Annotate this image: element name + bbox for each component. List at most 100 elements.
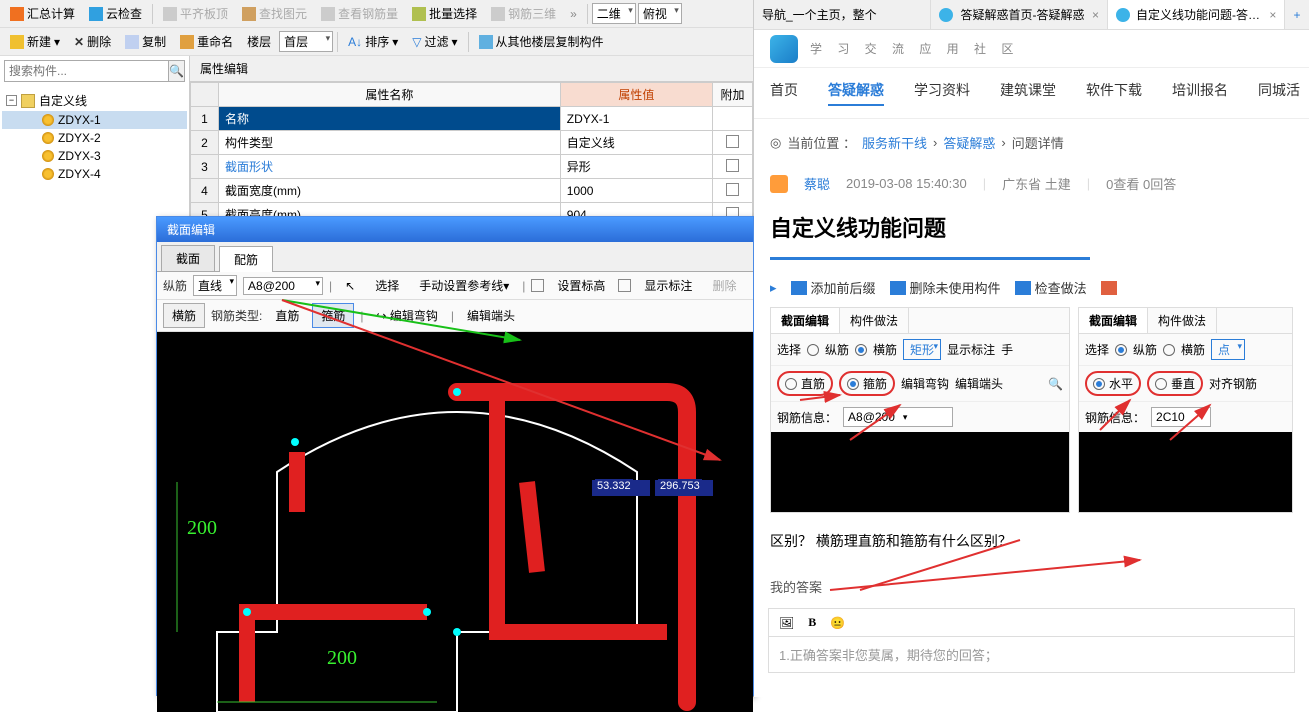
edit-end-button[interactable]: 编辑端头 <box>460 305 522 326</box>
sb-heng-radio[interactable] <box>1163 344 1175 356</box>
sb-tab2[interactable]: 构件做法 <box>1148 308 1217 333</box>
sa-info-input[interactable]: A8@200 <box>843 407 953 427</box>
tree-item-zdyx3[interactable]: ZDYX-3 <box>2 147 187 165</box>
checkbox[interactable] <box>726 183 739 196</box>
crumb-link-a[interactable]: 服务新干线 <box>862 133 927 152</box>
dim-200-h: 200 <box>327 647 357 670</box>
sb-hz-radio[interactable] <box>1093 378 1105 390</box>
rebar-3d-button[interactable]: 钢筋三维 <box>485 3 562 24</box>
post-author[interactable]: 蔡聪 <box>804 174 830 193</box>
browser-tab-2[interactable]: 答疑解惑首页-答疑解惑 × <box>931 0 1108 29</box>
looking-select[interactable]: 俯视 <box>638 3 682 24</box>
new-tab-button[interactable]: + <box>1285 8 1309 22</box>
search-icon[interactable]: 🔍 <box>168 61 184 81</box>
dim-200-v: 200 <box>187 517 217 540</box>
floor-select[interactable]: 首层 <box>279 31 333 52</box>
sb-shape-select[interactable]: 点 <box>1211 339 1245 360</box>
sa-tab1[interactable]: 截面编辑 <box>771 308 840 333</box>
more-button[interactable]: » <box>564 5 583 23</box>
sb-info-input[interactable]: 2C10 <box>1151 407 1211 427</box>
sa-tab2[interactable]: 构件做法 <box>840 308 909 333</box>
pointer-icon[interactable]: ↖ <box>338 277 362 295</box>
image-button[interactable]: 🖼 <box>779 616 794 630</box>
edit-hook-button[interactable]: ↪ 编辑弯钩 <box>370 305 445 326</box>
sa-zhi-radio[interactable] <box>785 378 797 390</box>
nav-course[interactable]: 建筑课堂 <box>1000 80 1056 106</box>
prefix-button[interactable]: 添加前后缀 <box>791 278 876 297</box>
tab-section[interactable]: 截面 <box>161 245 215 271</box>
copy-button[interactable]: 复制 <box>119 31 172 52</box>
sa-hook-button[interactable]: 编辑弯钩 <box>901 375 949 392</box>
close-icon[interactable]: × <box>1269 8 1276 22</box>
extra-icon[interactable] <box>1101 281 1117 295</box>
property-row[interactable]: 2 构件类型 自定义线 <box>191 131 753 155</box>
batch-select-button[interactable]: 批量选择 <box>406 3 483 24</box>
zhijin-button[interactable]: 直筋 <box>268 305 306 326</box>
check-rebar-button[interactable]: 查看钢筋量 <box>315 3 404 24</box>
sa-heng-radio[interactable] <box>855 344 867 356</box>
manual-ref-button[interactable]: 手动设置参考线▾ <box>412 275 516 296</box>
sa-hand-label: 手 <box>1001 341 1013 358</box>
new-button[interactable]: 新建▾ <box>4 31 66 52</box>
filter-button[interactable]: ▽过滤▾ <box>406 31 463 52</box>
nav-download[interactable]: 软件下载 <box>1086 80 1142 106</box>
check-method-button[interactable]: 检查做法 <box>1015 278 1087 297</box>
view-2d-select[interactable]: 二维 <box>592 3 636 24</box>
checkbox[interactable] <box>726 159 739 172</box>
line-type-select[interactable]: 直线 <box>193 275 237 296</box>
tree-item-zdyx2[interactable]: ZDYX-2 <box>2 129 187 147</box>
close-icon[interactable]: × <box>1092 8 1099 22</box>
nav-training[interactable]: 培训报名 <box>1172 80 1228 106</box>
browser-tab-3[interactable]: 自定义线功能问题-答疑解 × <box>1108 0 1285 29</box>
nav-home[interactable]: 首页 <box>770 80 798 106</box>
answer-editor[interactable]: 1.正确答案非您莫属，期待您的回答； <box>768 636 1295 673</box>
delete-button[interactable]: ✕删除 <box>68 31 117 52</box>
nav-study[interactable]: 学习资料 <box>914 80 970 106</box>
set-mark-button[interactable]: 设置标高 <box>550 275 612 296</box>
search-icon[interactable]: 🔍 <box>1048 377 1063 391</box>
browser-tab-1[interactable]: 导航_一个主页，整个 <box>754 0 931 29</box>
flat-top-button[interactable]: 平齐板顶 <box>157 3 234 24</box>
gujin-button[interactable]: 箍筋 <box>312 303 354 328</box>
dialog-title-bar[interactable]: 截面编辑 <box>157 217 753 242</box>
crumb-link-b[interactable]: 答疑解惑 <box>943 133 995 152</box>
sa-gu-radio[interactable] <box>847 378 859 390</box>
rename-button[interactable]: 重命名 <box>174 31 239 52</box>
delete-unused-button[interactable]: 删除未使用构件 <box>890 278 1001 297</box>
section-canvas[interactable]: 200 200 53.332 296.753 <box>157 332 753 712</box>
tree-item-zdyx1[interactable]: ZDYX-1 <box>2 111 187 129</box>
select-button[interactable]: 选择 <box>368 275 406 296</box>
property-row[interactable]: 1 名称 ZDYX-1 <box>191 107 753 131</box>
tree-item-zdyx4[interactable]: ZDYX-4 <box>2 165 187 183</box>
sort-button[interactable]: A↓排序▾ <box>342 31 404 52</box>
set-mark-check[interactable] <box>531 279 544 292</box>
search-input[interactable] <box>5 61 168 81</box>
property-row[interactable]: 3 截面形状 异形 <box>191 155 753 179</box>
sa-end-button[interactable]: 编辑端头 <box>955 375 1003 392</box>
tree-root[interactable]: − 自定义线 <box>2 90 187 111</box>
checkbox[interactable] <box>726 135 739 148</box>
cloud-check-button[interactable]: 云检查 <box>83 3 148 24</box>
copy-from-other-button[interactable]: 从其他楼层复制构件 <box>473 31 610 52</box>
delete-button[interactable]: 删除 <box>705 275 743 296</box>
nav-live[interactable]: 同城活 <box>1258 80 1300 106</box>
nav-qa[interactable]: 答疑解惑 <box>828 80 884 106</box>
sb-zong-radio[interactable] <box>1115 344 1127 356</box>
sb-tab1[interactable]: 截面编辑 <box>1079 308 1148 333</box>
emoji-button[interactable]: 😐 <box>830 616 845 630</box>
show-ann-check[interactable] <box>618 279 631 292</box>
property-row[interactable]: 4 截面宽度(mm) 1000 <box>191 179 753 203</box>
sb-vt-radio[interactable] <box>1155 378 1167 390</box>
tab-rebar[interactable]: 配筋 <box>219 246 273 272</box>
find-elem-button[interactable]: 查找图元 <box>236 3 313 24</box>
summary-calc-button[interactable]: 汇总计算 <box>4 3 81 24</box>
sa-zong-radio[interactable] <box>807 344 819 356</box>
show-ann-button[interactable]: 显示标注 <box>637 275 699 296</box>
bold-button[interactable]: B <box>808 615 816 630</box>
sa-shape-select[interactable]: 矩形 <box>903 339 941 360</box>
sb-align-button[interactable]: 对齐钢筋 <box>1209 375 1257 392</box>
tree-collapse-icon[interactable]: − <box>6 95 17 106</box>
hengjin-button[interactable]: 横筋 <box>163 303 205 328</box>
zongjin-label: 纵筋 <box>163 277 187 294</box>
rebar-spec-select[interactable]: A8@200 <box>243 277 323 295</box>
